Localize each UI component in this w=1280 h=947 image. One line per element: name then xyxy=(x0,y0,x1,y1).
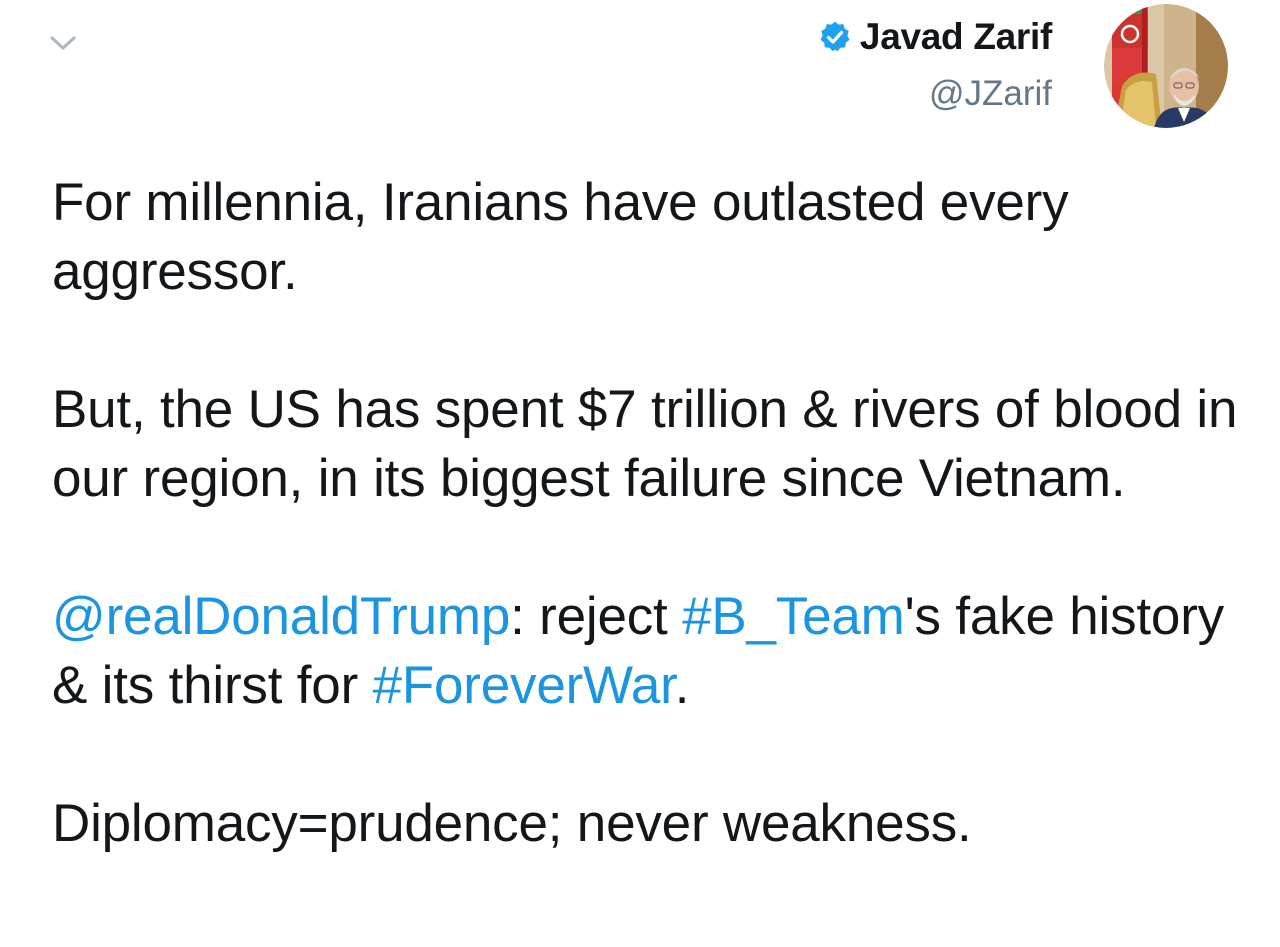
tweet: Javad Zarif @JZarif For millennia, Irani… xyxy=(0,0,1280,947)
mention-link[interactable]: @realDonaldTrump xyxy=(52,587,510,646)
chevron-down-icon[interactable] xyxy=(46,28,80,58)
tweet-text-segment: . xyxy=(674,656,690,715)
author-name[interactable]: Javad Zarif xyxy=(860,16,1052,58)
hashtag-link[interactable]: #B_Team xyxy=(682,587,905,646)
tweet-paragraph: For millennia, Iranians have outlasted e… xyxy=(52,173,1069,301)
author-name-row: Javad Zarif xyxy=(818,14,1052,60)
tweet-text-segment: : reject xyxy=(510,587,683,646)
tweet-paragraph: Diplomacy=prudence; never weakness. xyxy=(52,794,972,853)
tweet-paragraph: But, the US has spent $7 trillion & rive… xyxy=(52,380,1238,508)
verified-badge-icon xyxy=(818,20,852,54)
author-handle[interactable]: @JZarif xyxy=(818,74,1052,114)
tweet-paragraph: @realDonaldTrump: reject #B_Team's fake … xyxy=(52,582,1252,720)
tweet-text: For millennia, Iranians have outlasted e… xyxy=(52,168,1252,858)
tweet-author[interactable]: Javad Zarif @JZarif xyxy=(818,14,1052,114)
hashtag-link[interactable]: #ForeverWar xyxy=(373,656,675,715)
profile-avatar[interactable] xyxy=(1104,4,1228,128)
